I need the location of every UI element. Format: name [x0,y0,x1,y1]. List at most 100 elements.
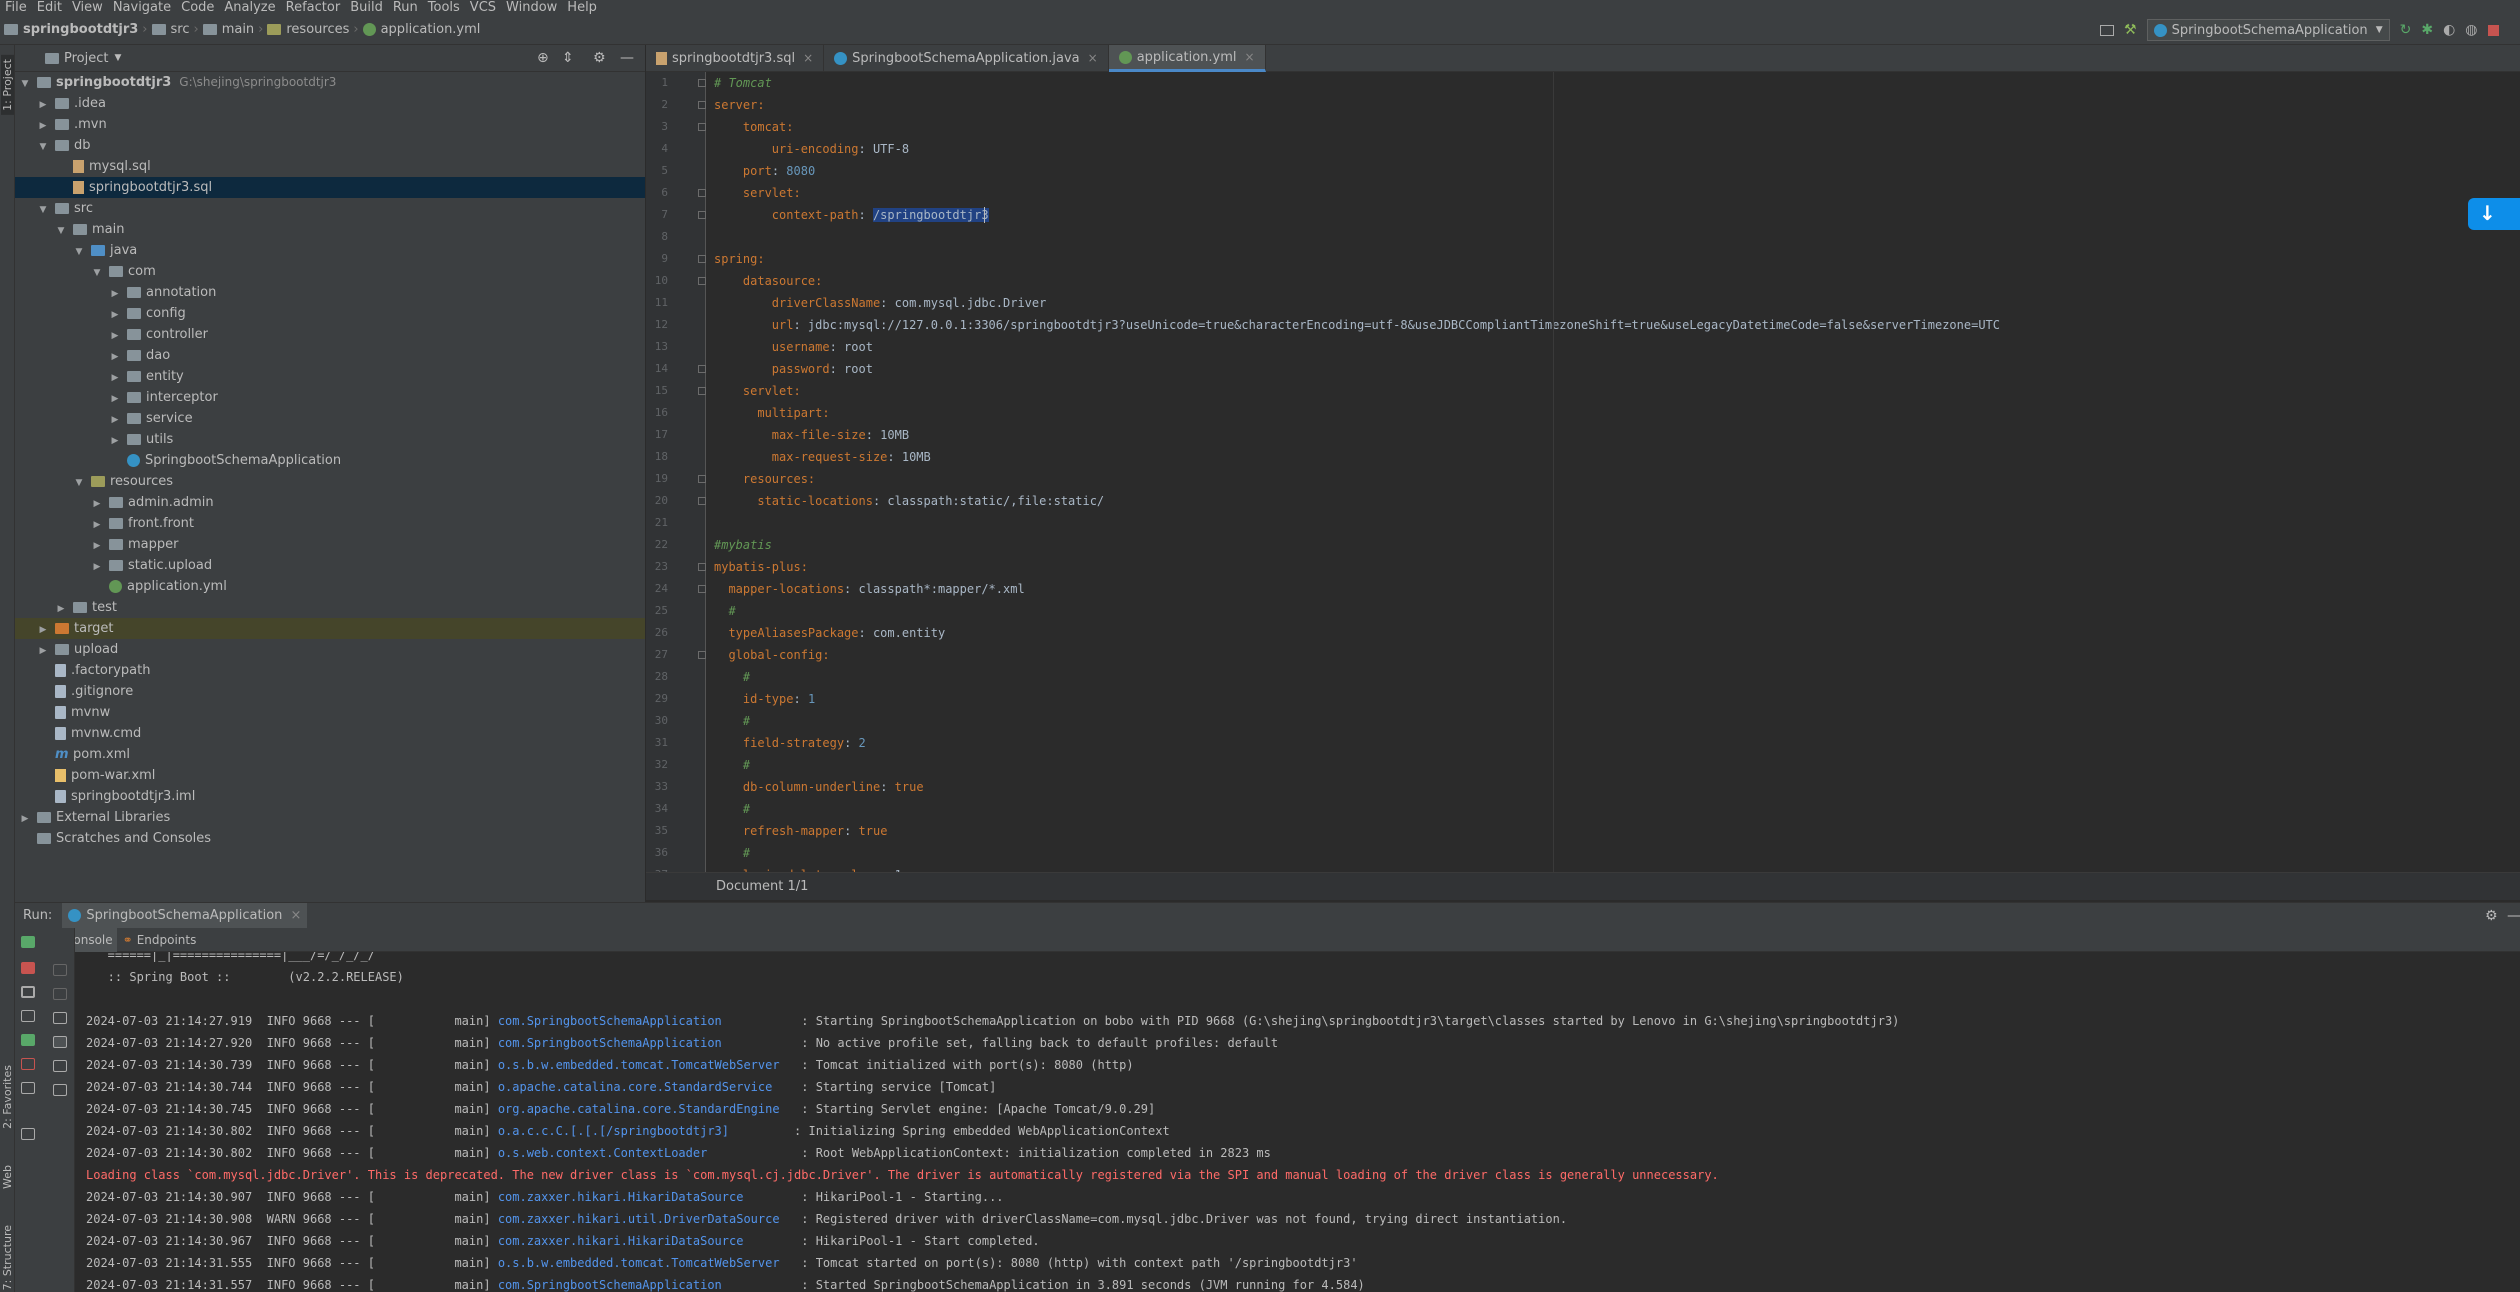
close-icon[interactable]: × [1245,44,1255,71]
tree-item[interactable]: .gitignore [15,681,645,702]
logger-name[interactable]: o.s.b.w.embedded.tomcat.TomcatWebServer [498,1256,787,1270]
editor-tab[interactable]: application.yml × [1108,44,1266,72]
down-arrow-icon[interactable] [53,988,67,1000]
tree-item[interactable]: ▼ main [15,219,645,240]
tool-window-web[interactable]: Web [1,1165,14,1189]
tree-item[interactable]: ▼ src [15,198,645,219]
run-config-select[interactable]: SpringbootSchemaApplication ▼ [2146,19,2390,41]
logger-name[interactable]: com.SpringbootSchemaApplication [498,1036,787,1050]
tree-item[interactable]: mysql.sql [15,156,645,177]
tree-item[interactable]: mvnw [15,702,645,723]
close-icon[interactable]: × [290,908,301,923]
fold-marker[interactable] [698,189,706,197]
print-icon[interactable] [53,1060,67,1072]
layout-icon[interactable] [21,1082,35,1094]
chevron-right-icon[interactable]: ▶ [55,599,67,620]
fold-marker[interactable] [698,211,706,219]
chevron-right-icon[interactable]: ▶ [91,515,103,536]
tree-item[interactable]: ▶ .mvn [15,114,645,135]
chevron-down-icon[interactable]: ▼ [37,137,49,158]
tree-item[interactable]: ▶ External Libraries [15,807,645,828]
stop-icon[interactable] [2487,24,2499,36]
chevron-down-icon[interactable]: ▼ [73,473,85,494]
profile-icon[interactable]: ◍ [2465,22,2477,38]
chevron-right-icon[interactable]: ▶ [109,368,121,389]
stop-icon[interactable] [21,962,35,974]
fold-marker[interactable] [698,497,706,505]
breadcrumb-resources[interactable]: resources [286,22,349,37]
menu-item-vcs[interactable]: VCS [465,0,501,15]
menu-item-window[interactable]: Window [501,0,562,15]
project-view-selector[interactable]: Project [64,51,108,66]
tool-window-project[interactable]: 1: Project [1,55,14,115]
chevron-right-icon[interactable]: ▶ [109,389,121,410]
code-editor[interactable]: 1 2 3 4 5 6 7 8 9 10 11 12 13 14 15 16 17 18 19 20 21 22 23 24 2… [646,72,2520,872]
close-icon[interactable]: × [803,45,813,72]
chevron-right-icon[interactable]: ▶ [109,284,121,305]
tree-item[interactable]: ▶ controller [15,324,645,345]
tree-item[interactable]: ▶ .idea [15,93,645,114]
tree-item[interactable]: springbootdtjr3.iml [15,786,645,807]
logger-name[interactable]: com.SpringbootSchemaApplication [498,1014,787,1028]
breadcrumb-src[interactable]: src [171,22,190,37]
editor-tab[interactable]: SpringbootSchemaApplication.java × [824,45,1109,72]
chevron-down-icon[interactable]: ▼ [37,200,49,221]
tree-item[interactable]: ▶ utils [15,429,645,450]
logger-name[interactable]: o.a.c.c.C.[.[.[/springbootdtjr3] [498,1124,780,1138]
tree-item[interactable]: pom-war.xml [15,765,645,786]
locate-icon[interactable]: ⊕ [537,50,549,66]
chevron-right-icon[interactable]: ▶ [37,95,49,116]
tree-item[interactable]: m pom.xml [15,744,645,765]
layout-icon[interactable] [2100,24,2114,36]
breadcrumb-project[interactable]: springbootdtjr3 [23,22,138,37]
tree-item[interactable]: ▶ config [15,303,645,324]
coverage-icon[interactable]: ◐ [2443,22,2455,38]
tree-item[interactable]: Scratches and Consoles [15,828,645,849]
menu-item-code[interactable]: Code [176,0,219,15]
tree-item[interactable]: ▶ static.upload [15,555,645,576]
console-output[interactable]: ======|_|===============|___/=/_/_/_/ ::… [76,952,2520,1292]
rerun-icon[interactable] [21,936,35,948]
tree-item[interactable]: ▼ com [15,261,645,282]
editor-tab[interactable]: springbootdtjr3.sql × [646,45,825,72]
logger-name[interactable]: com.SpringbootSchemaApplication [498,1278,787,1292]
tool-window-structure[interactable]: 7: Structure [1,1225,14,1290]
run-config-tab[interactable]: SpringbootSchemaApplication × [62,902,308,929]
tree-item[interactable]: ▶ front.front [15,513,645,534]
breadcrumb-file[interactable]: application.yml [381,22,481,37]
tree-item[interactable]: ▼ springbootdtjr3 G:\shejing\springbootdtj… [15,72,645,93]
tree-item[interactable]: ▶ admin.admin [15,492,645,513]
tree-item[interactable]: ▼ db [15,135,645,156]
gear-icon[interactable]: ⚙ [593,50,606,66]
restore-icon[interactable] [21,1034,35,1046]
tree-item[interactable]: SpringbootSchemaApplication [15,450,645,471]
chevron-right-icon[interactable]: ▶ [37,620,49,641]
tree-item[interactable]: ▶ interceptor [15,387,645,408]
trash-icon[interactable] [53,1084,67,1096]
menu-item-tools[interactable]: Tools [423,0,465,15]
tree-item[interactable]: ▶ test [15,597,645,618]
gear-icon[interactable]: ⚙ [2485,908,2498,924]
camera-icon[interactable] [21,1010,35,1022]
chevron-right-icon[interactable]: ▶ [37,116,49,137]
chevron-right-icon[interactable]: ▶ [19,809,31,830]
menu-item-build[interactable]: Build [345,0,388,15]
logger-name[interactable]: org.apache.catalina.core.StandardEngine [498,1102,787,1116]
chevron-down-icon[interactable]: ▼ [114,53,121,63]
menu-item-refactor[interactable]: Refactor [281,0,346,15]
logger-name[interactable]: o.s.web.context.ContextLoader [498,1146,787,1160]
chevron-right-icon[interactable]: ▶ [91,494,103,515]
tree-item[interactable]: ▶ annotation [15,282,645,303]
tree-item[interactable]: ▶ target [15,618,645,639]
fold-marker[interactable] [698,475,706,483]
chevron-down-icon[interactable]: ▼ [55,221,67,242]
chevron-right-icon[interactable]: ▶ [91,557,103,578]
tool-window-favorites[interactable]: 2: Favorites [1,1065,14,1129]
chevron-right-icon[interactable]: ▶ [109,347,121,368]
debug-icon[interactable]: ✱ [2421,22,2433,38]
tree-item[interactable]: ▶ dao [15,345,645,366]
logger-name[interactable]: com.zaxxer.hikari.HikariDataSource [498,1234,787,1248]
menu-item-file[interactable]: File [0,0,32,15]
menu-item-analyze[interactable]: Analyze [219,0,280,15]
fold-marker[interactable] [698,255,706,263]
